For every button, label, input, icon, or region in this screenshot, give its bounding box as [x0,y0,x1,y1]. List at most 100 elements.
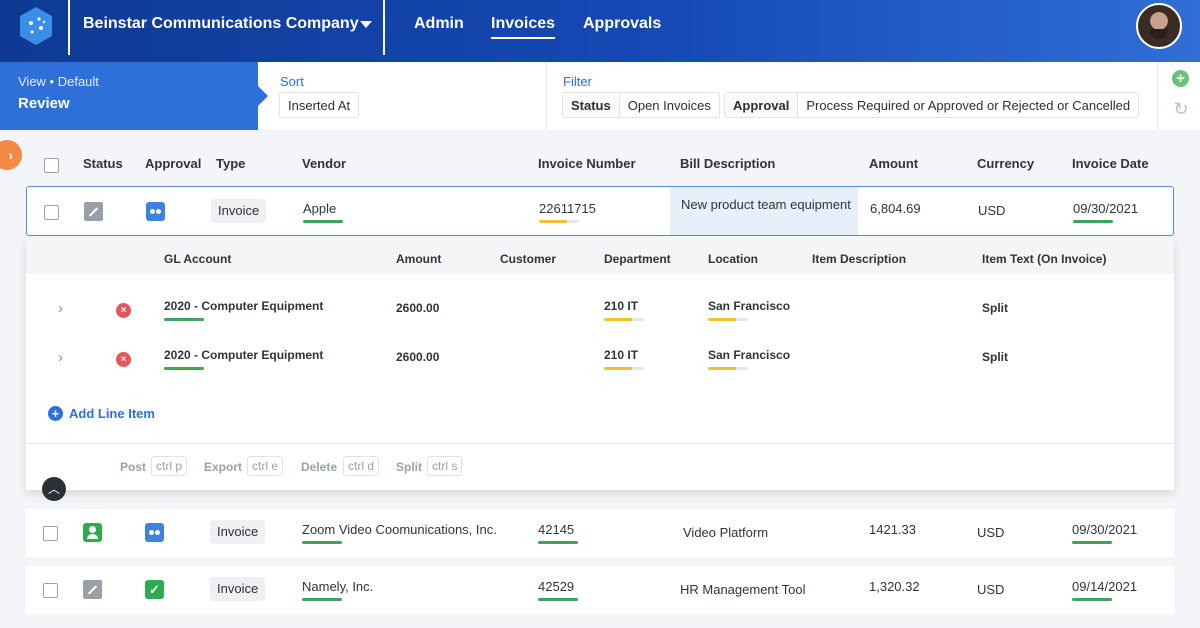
bill-description-cell[interactable]: New product team equipment [681,197,851,212]
post-shortcut: ctrl p [151,456,188,476]
invoice-number-status-bar [538,598,578,601]
error-icon: × [116,303,131,318]
collapse-panel-icon[interactable]: ︿ [42,477,66,501]
user-avatar[interactable] [1136,3,1182,49]
invoice-date-cell: 09/14/2021 [1072,579,1138,594]
export-shortcut: ctrl e [247,456,284,476]
invoice-date-status-bar [1072,541,1112,544]
view-selector[interactable]: View • Default Review [0,62,268,130]
divider [68,0,70,55]
vendor-status-bar [303,220,343,223]
table-row[interactable]: Invoice Zoom Video Coomunications, Inc. … [26,509,1174,557]
divider [383,0,385,55]
top-nav-bar: Beinstar Communications Company Admin In… [0,0,1200,62]
add-line-item-button[interactable]: + Add Line Item [48,406,155,421]
type-badge: Invoice [211,199,267,223]
filter-chip-approval[interactable]: Approval Process Required or Approved or… [724,92,1140,118]
edit-icon [84,202,103,221]
pending-approval-icon [146,202,165,221]
col-department: Department [604,252,671,266]
amount-cell: 1421.33 [869,522,916,537]
col-bill-description[interactable]: Bill Description [680,156,775,171]
vendor-status-bar [302,541,342,544]
line-items-header: GL Account Amount Customer Department Lo… [26,236,1174,274]
view-name: Review [18,95,70,112]
filter-key: Status [563,93,620,117]
currency-cell: USD [977,582,1005,597]
col-line-amount: Amount [396,252,442,266]
company-name[interactable]: Beinstar Communications Company [83,15,359,33]
expand-sidebar-icon[interactable]: › [0,140,22,170]
filter-value: Process Required or Approved or Rejected… [806,97,1131,113]
col-status[interactable]: Status [83,156,123,171]
chevron-right-icon[interactable]: › [58,300,63,317]
invoice-number-cell: 42145 [538,522,575,537]
line-items-panel: GL Account Amount Customer Department Lo… [26,236,1174,490]
user-icon [83,523,102,542]
col-type[interactable]: Type [216,156,245,171]
department-status-bar [604,318,644,321]
department-status-bar [604,367,644,370]
row-checkbox[interactable] [43,526,58,541]
divider [1157,62,1158,130]
invoice-date-cell: 09/30/2021 [1073,201,1139,216]
select-all-checkbox[interactable] [44,158,59,173]
export-action[interactable]: Export [204,460,242,474]
col-invoice-number[interactable]: Invoice Number [538,156,636,171]
split-shortcut: ctrl s [427,456,463,476]
invoice-number-status-bar [539,220,579,223]
filter-label: Filter [563,74,592,89]
row-checkbox[interactable] [43,583,58,598]
col-vendor[interactable]: Vendor [302,156,346,171]
invoice-date-status-bar [1073,220,1113,223]
row-checkbox[interactable] [44,205,59,220]
divider [26,443,1174,444]
gl-account-cell: 2020 - Computer Equipment [164,299,324,313]
refresh-icon[interactable]: ↻ [1171,99,1191,119]
location-cell: San Francisco [708,299,791,313]
add-filter-icon[interactable]: + [1172,70,1189,87]
gl-account-status-bar [164,367,204,370]
col-currency[interactable]: Currency [977,156,1034,171]
chevron-right-icon[interactable]: › [58,349,63,366]
filter-key: Approval [725,93,799,117]
location-status-bar [708,367,748,370]
filter-chip-status[interactable]: Status Open Invoices [562,92,720,118]
table-row[interactable]: ✓ Invoice Namely, Inc. 42529 HR Manageme… [26,566,1174,614]
invoice-date-status-bar [1072,598,1112,601]
sort-chip[interactable]: Inserted At [279,92,360,118]
company-logo-icon[interactable] [18,6,54,46]
col-customer: Customer [500,252,557,266]
delete-action[interactable]: Delete [301,460,337,474]
bill-description-cell: Video Platform [683,525,769,540]
plus-circle-icon: + [48,406,63,421]
company-dropdown-icon[interactable] [360,21,372,28]
department-cell: 210 IT [604,299,639,313]
view-label: View • Default [18,74,99,89]
department-cell: 210 IT [604,348,639,362]
vendor-status-bar [302,598,342,601]
invoice-number-status-bar [538,541,578,544]
post-action[interactable]: Post [120,460,146,474]
gl-account-cell: 2020 - Computer Equipment [164,348,324,362]
view-bar: View • Default Review Sort Inserted At F… [0,62,1200,130]
line-amount-cell: 2600.00 [396,350,440,364]
filter-value: Open Invoices [627,97,711,113]
pending-approval-icon [145,523,164,542]
nav-admin[interactable]: Admin [414,15,464,33]
col-invoice-date[interactable]: Invoice Date [1072,156,1149,171]
nav-invoices[interactable]: Invoices [491,15,556,39]
location-cell: San Francisco [708,348,791,362]
col-approval[interactable]: Approval [145,156,201,171]
split-action[interactable]: Split [396,460,422,474]
table-row[interactable]: Invoice Apple 22611715 New product team … [26,186,1174,236]
nav-approvals[interactable]: Approvals [583,15,661,33]
col-amount[interactable]: Amount [869,156,918,171]
error-icon: × [116,352,131,367]
add-line-item-label: Add Line Item [69,406,155,421]
vendor-cell: Zoom Video Coomunications, Inc. [302,522,497,537]
sort-label: Sort [280,74,304,89]
col-location: Location [708,252,758,266]
delete-shortcut: ctrl d [343,456,380,476]
col-item-description: Item Description [812,252,907,266]
